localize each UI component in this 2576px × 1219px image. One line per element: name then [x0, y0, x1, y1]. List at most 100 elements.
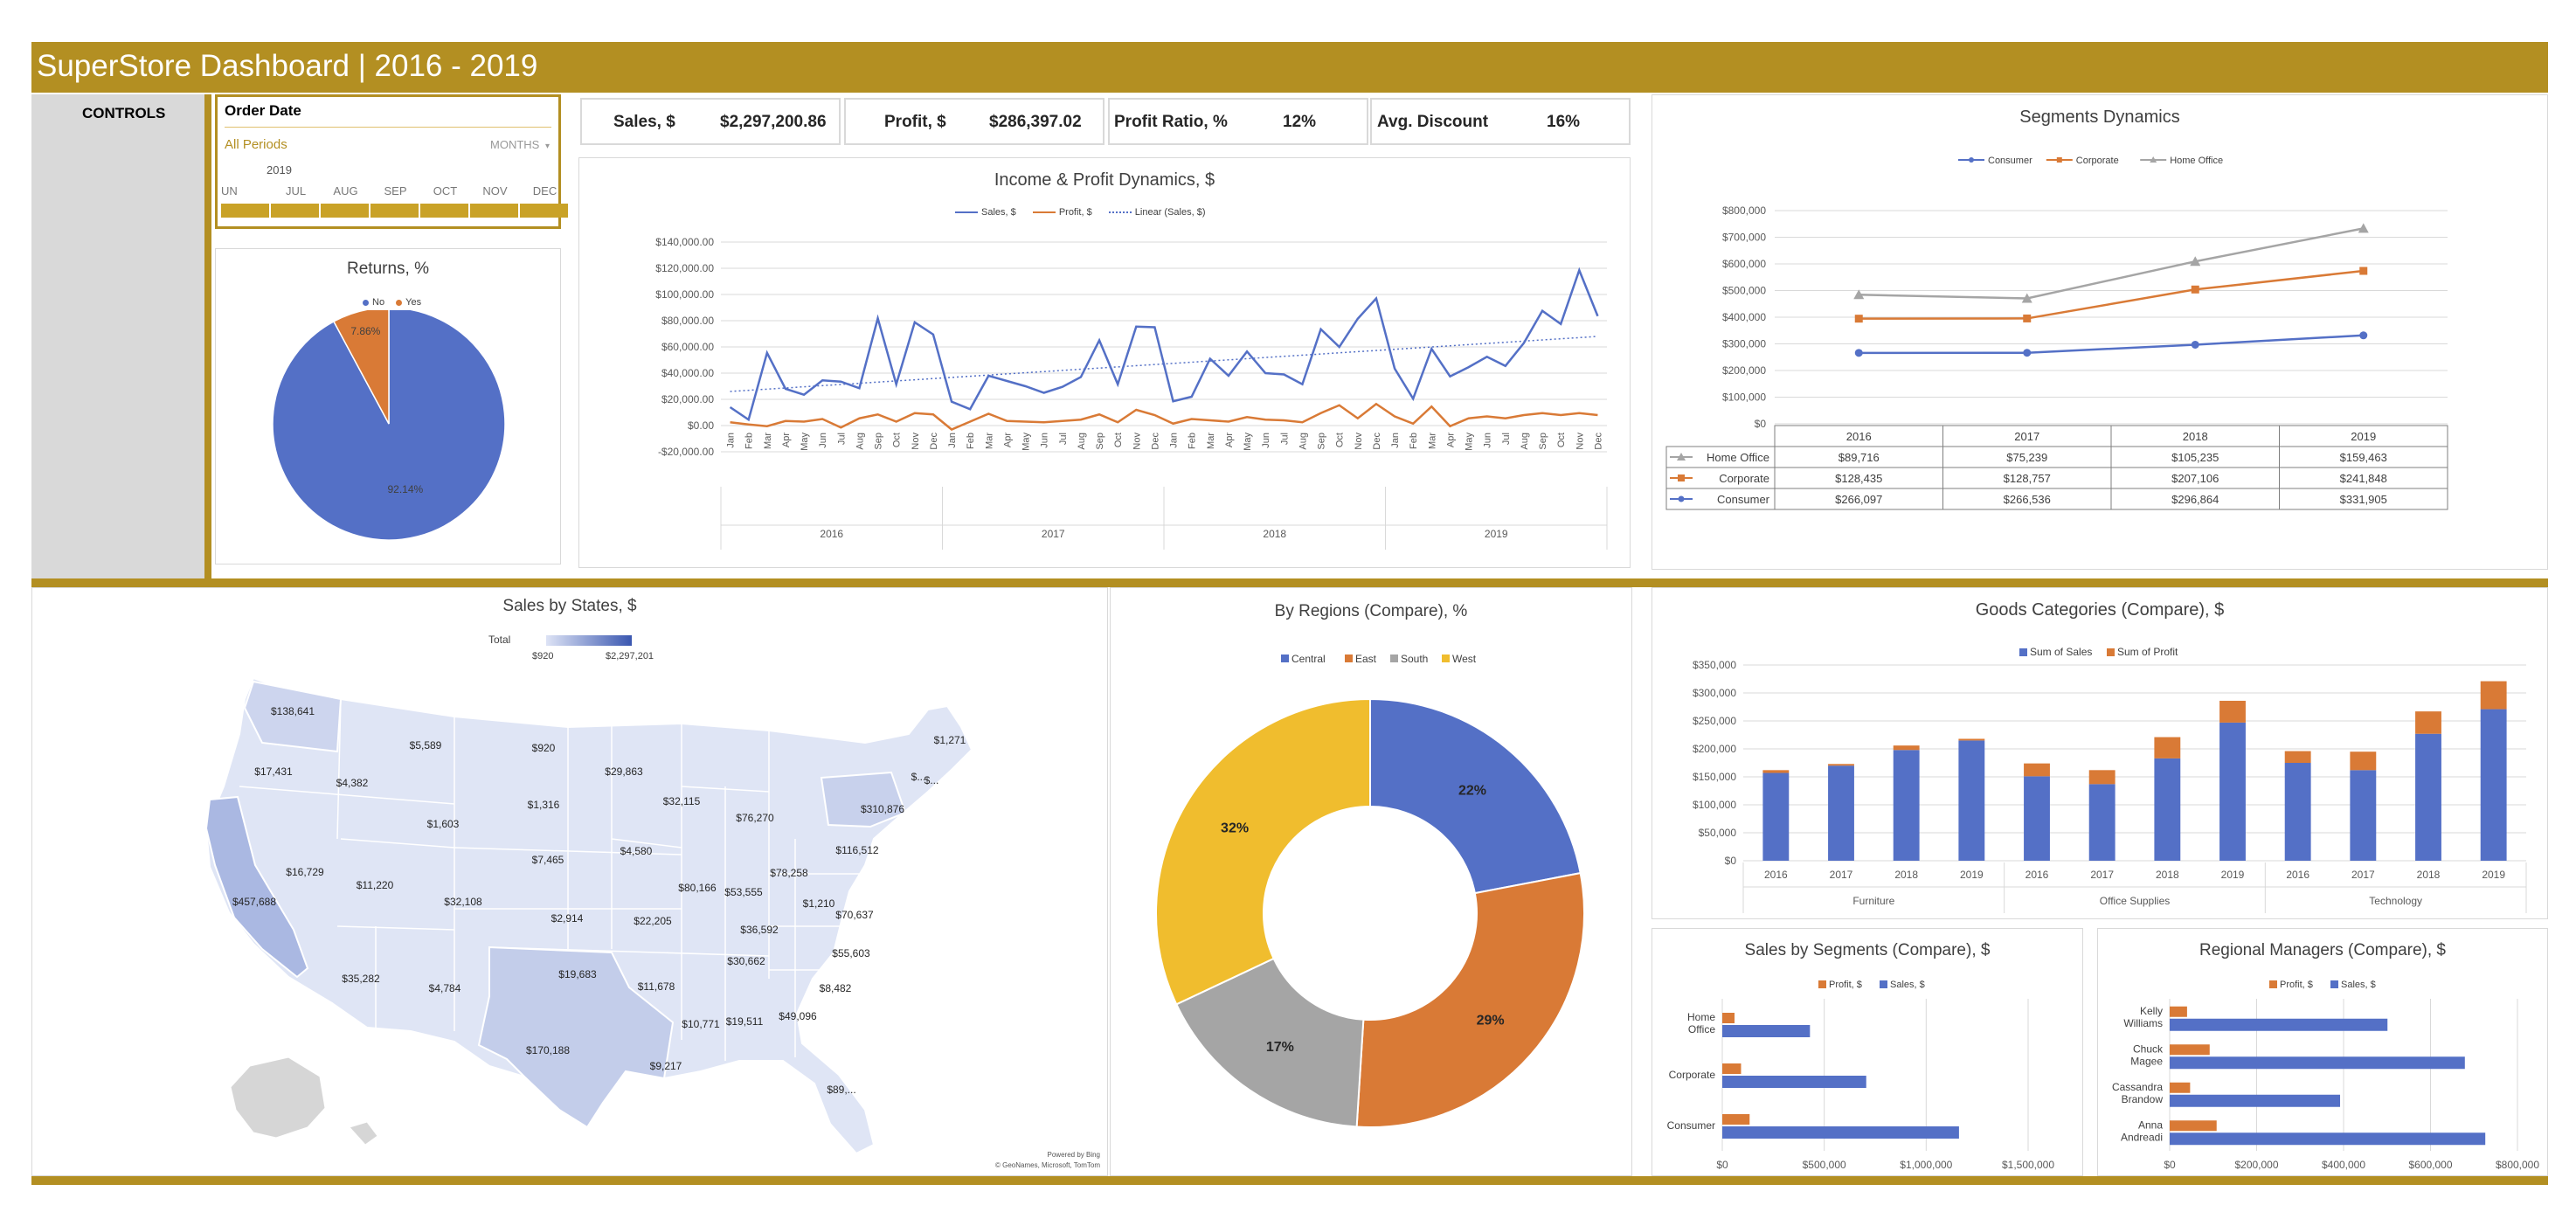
- year-label: 2018: [1263, 528, 1286, 540]
- y-tick-label: $150,000: [1693, 771, 1736, 783]
- y-category-label: Andreadi: [2121, 1131, 2163, 1143]
- x-tick-label: $800,000: [2496, 1159, 2539, 1171]
- timeline-month-bar[interactable]: [370, 204, 419, 218]
- timeline-month-bar[interactable]: [221, 204, 269, 218]
- segments-title: Sales by Segments (Compare), $: [1744, 941, 1991, 959]
- timeline-month-label: OCT: [433, 184, 458, 197]
- x-tick-label: Nov: [1575, 433, 1585, 450]
- segdyn-title: Segments Dynamics: [2019, 107, 2180, 127]
- table-header: 2019: [2351, 430, 2376, 443]
- timeline-month-bar[interactable]: [321, 204, 369, 218]
- table-header: 2018: [2183, 430, 2208, 443]
- bar-sales: [1828, 765, 1854, 861]
- data-point: [2023, 349, 2032, 357]
- table-cell: $75,239: [2006, 451, 2047, 464]
- legend-marker: [1678, 474, 1685, 481]
- x-tick-label: Nov: [911, 433, 921, 450]
- segments-panel: Sales by Segments (Compare), $ Profit, $…: [1652, 928, 2083, 1176]
- legend-label: Corporate: [2076, 156, 2119, 166]
- table-row-label: Home Office: [1707, 451, 1769, 464]
- y-category-label: Kelly: [2140, 1005, 2163, 1017]
- y-category-label: Home: [1687, 1011, 1715, 1023]
- x-tick-label: Nov: [1354, 433, 1364, 450]
- x-tick-label: Oct: [1113, 433, 1124, 447]
- table-cell: $128,435: [1835, 472, 1882, 485]
- timeline-month-bar[interactable]: [470, 204, 518, 218]
- returns-panel: Returns, % No Yes 92.14% 7.86%: [215, 248, 561, 564]
- timeline-month-bar[interactable]: [420, 204, 468, 218]
- timeline-year: 2019: [267, 163, 292, 177]
- legend-label: Consumer: [1988, 156, 2032, 166]
- y-tick-label: $350,000: [1693, 659, 1736, 671]
- x-tick-label: Dec: [1150, 433, 1160, 450]
- kpi-value: 16%: [1547, 113, 1581, 131]
- table-cell: $159,463: [2340, 451, 2387, 464]
- legend-marker: [1345, 655, 1353, 662]
- controls-label: CONTROLS: [82, 105, 166, 121]
- legend-label: No: [372, 297, 385, 308]
- data-label: 22%: [1458, 784, 1486, 799]
- x-tick-label: $400,000: [2322, 1159, 2365, 1171]
- goods-bar-chart: Sum of Sales Sum of Profit $0 $50,000 $100,0…: [1693, 646, 2527, 913]
- y-category-label: Office: [1688, 1023, 1715, 1035]
- legend-marker: [1969, 157, 1974, 163]
- segdyn-panel: Segments Dynamics Consumer Corporate Home …: [1652, 94, 2548, 570]
- goods-title: Goods Categories (Compare), $: [1975, 600, 2225, 620]
- legend-label: Sales, $: [2341, 980, 2376, 990]
- x-tick-label: Oct: [892, 433, 903, 447]
- timeline-bars[interactable]: [221, 204, 568, 218]
- y-tick-label: $500,000: [1722, 285, 1766, 297]
- kpi-value: $286,397.02: [989, 113, 1082, 131]
- group-label: Technology: [2369, 895, 2422, 907]
- y-tick-label: $40,000.00: [661, 367, 714, 379]
- timeline-months: UN JUL AUG SEP OCT NOV DEC: [221, 184, 557, 200]
- data-point: [1854, 349, 1863, 357]
- bar-sales: [2170, 1056, 2465, 1070]
- y-tick-label: $100,000: [1722, 391, 1766, 404]
- series-line-home-office: [1859, 227, 2364, 300]
- bar-sales: [1722, 1076, 1866, 1088]
- kpi-profit: Profit, $ $286,397.02: [844, 98, 1104, 145]
- x-tick-label: 2019: [1960, 869, 1984, 881]
- y-tick-label: $100,000.00: [655, 288, 714, 301]
- bar-sales: [2170, 1094, 2341, 1107]
- returns-pie-chart: 92.14% 7.86%: [272, 310, 506, 541]
- legend-label: East: [1355, 653, 1377, 665]
- y-tick-label: $600,000: [1722, 258, 1766, 270]
- timeline-month-label: SEP: [384, 184, 407, 197]
- group-label: Furniture: [1852, 895, 1894, 907]
- legend-label: South: [1401, 653, 1428, 665]
- timeline-month-bar[interactable]: [520, 204, 568, 218]
- timeline-month-label: JUL: [285, 184, 307, 197]
- y-tick-label: $400,000: [1722, 311, 1766, 323]
- bar-profit: [1828, 764, 1854, 766]
- timeline-period[interactable]: All Periods: [225, 137, 287, 152]
- order-date-timeline[interactable]: Order Date All Periods MONTHS ▾ 2019 UN J…: [215, 94, 568, 229]
- y-category-label: Williams: [2123, 1017, 2163, 1029]
- bar-profit: [1722, 1114, 1750, 1125]
- data-point: [2023, 314, 2032, 322]
- x-tick-label: Jul: [1058, 433, 1069, 445]
- map-credit: © GeoNames, Microsoft, TomTom: [995, 1161, 1100, 1169]
- divider-horizontal: [31, 578, 2548, 587]
- y-tick-label: $80,000.00: [661, 315, 714, 327]
- bar-sales: [1722, 1025, 1811, 1037]
- x-tick-label: May: [1465, 433, 1475, 451]
- y-tick-label: $800,000: [1722, 204, 1766, 217]
- bar-profit: [2480, 681, 2507, 710]
- kpi-label: Profit Ratio, %: [1114, 113, 1228, 131]
- bar-profit: [2350, 751, 2377, 771]
- kpi-label: Profit, $: [884, 113, 946, 131]
- y-tick-label: $0: [1725, 855, 1737, 867]
- data-point: [2191, 285, 2199, 294]
- table-cell: $266,097: [1835, 493, 1882, 506]
- x-tick-label: Dec: [1593, 433, 1603, 450]
- bar-profit: [2170, 1120, 2217, 1132]
- x-tick-label: Jun: [1261, 433, 1271, 448]
- timeline-unit-select[interactable]: MONTHS ▾: [490, 138, 550, 151]
- timeline-month-bar[interactable]: [271, 204, 319, 218]
- y-category-label: Corporate: [1669, 1069, 1716, 1081]
- kpi-avg-discount: Avg. Discount 16%: [1370, 98, 1631, 145]
- x-tick-label: $0: [1716, 1159, 1728, 1171]
- data-label: 7.86%: [350, 325, 380, 337]
